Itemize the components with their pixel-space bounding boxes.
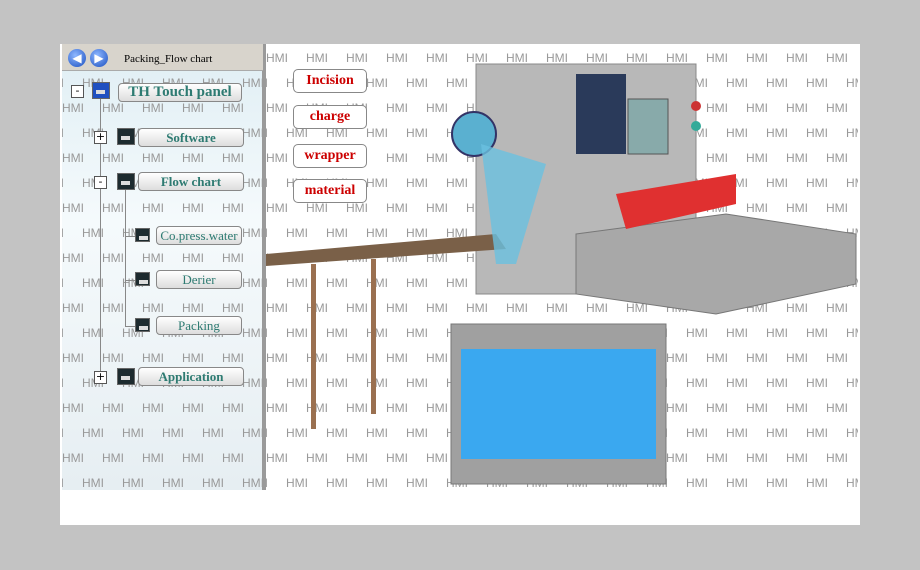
panel-header: ◀ ▶ Packing_Flow chart — [62, 44, 265, 71]
label-wrapper[interactable]: wrapper — [293, 144, 367, 168]
svg-text:HMI: HMI — [62, 76, 64, 90]
svg-text:HMI: HMI — [242, 476, 262, 490]
svg-text:HMI: HMI — [222, 101, 244, 115]
collapse-root-toggle[interactable]: - — [71, 85, 84, 98]
label-charge[interactable]: charge — [293, 105, 367, 129]
svg-text:HMI: HMI — [82, 476, 104, 490]
svg-text:HMI: HMI — [242, 326, 262, 340]
label-material[interactable]: material — [293, 179, 367, 203]
navigation-panel: HMI HMI HMI HMI HMI HMI HMI HMI HMI HMI HMI HMI HMI H… — [62, 44, 265, 490]
svg-text:HMI: HMI — [222, 301, 244, 315]
label-incision[interactable]: Incision — [293, 69, 367, 93]
arrow-left-icon[interactable]: ◀ — [68, 49, 86, 67]
svg-text:HMI: HMI — [142, 401, 164, 415]
svg-text:HMI: HMI — [222, 351, 244, 365]
monitor-icon — [92, 82, 110, 99]
svg-text:HMI: HMI — [182, 301, 204, 315]
svg-text:HMI: HMI — [62, 326, 64, 340]
svg-text:HMI: HMI — [142, 101, 164, 115]
svg-text:HMI: HMI — [242, 176, 262, 190]
svg-text:HMI: HMI — [182, 151, 204, 165]
svg-text:HMI: HMI — [62, 226, 64, 240]
svg-text:HMI: HMI — [182, 201, 204, 215]
svg-text:HMI: HMI — [222, 251, 244, 265]
tree-node-derier[interactable]: Derier — [156, 270, 242, 289]
machine-view: HMI HMI HMI HMI HMI HMI HMI HMI HMI HMI HMI HMI HMI H… — [266, 44, 858, 490]
svg-text:HMI: HMI — [242, 126, 262, 140]
svg-text:HMI: HMI — [222, 201, 244, 215]
tree-node-software[interactable]: Software — [138, 128, 244, 147]
svg-text:HMI: HMI — [62, 376, 64, 390]
svg-text:HMI: HMI — [142, 451, 164, 465]
tree-node-application[interactable]: Application — [138, 367, 244, 386]
expand-software-toggle[interactable]: + — [94, 131, 107, 144]
svg-text:HMI: HMI — [162, 426, 184, 440]
status-strip — [60, 490, 860, 525]
svg-text:HMI: HMI — [142, 251, 164, 265]
svg-text:HMI: HMI — [62, 176, 64, 190]
screen-icon — [135, 228, 150, 242]
svg-text:HMI: HMI — [62, 401, 84, 415]
svg-text:HMI: HMI — [222, 151, 244, 165]
svg-text:HMI: HMI — [62, 201, 84, 215]
folder-icon — [117, 368, 135, 385]
svg-text:HMI: HMI — [102, 351, 124, 365]
svg-text:HMI: HMI — [202, 476, 224, 490]
svg-text:HMI: HMI — [162, 476, 184, 490]
svg-text:HMI: HMI — [242, 276, 262, 290]
svg-text:HMI: HMI — [62, 126, 64, 140]
svg-text:HMI: HMI — [62, 276, 64, 290]
tree-node-flow-chart[interactable]: Flow chart — [138, 172, 244, 191]
svg-text:HMI: HMI — [62, 426, 64, 440]
svg-text:HMI: HMI — [242, 226, 262, 240]
svg-text:HMI: HMI — [62, 451, 84, 465]
svg-text:HMI: HMI — [102, 201, 124, 215]
svg-text:HMI: HMI — [222, 401, 244, 415]
folder-icon — [117, 173, 135, 190]
svg-text:HMI: HMI — [102, 101, 124, 115]
tree-node-co-press-water[interactable]: Co.press.water — [156, 226, 242, 245]
svg-text:HMI: HMI — [122, 476, 144, 490]
svg-text:HMI: HMI — [182, 401, 204, 415]
svg-text:HMI: HMI — [142, 301, 164, 315]
arrow-right-icon[interactable]: ▶ — [90, 49, 108, 67]
svg-text:HMI: HMI — [62, 301, 84, 315]
svg-text:HMI: HMI — [82, 426, 104, 440]
svg-text:HMI: HMI — [62, 476, 64, 490]
svg-text:HMI: HMI — [182, 251, 204, 265]
svg-text:HMI: HMI — [222, 451, 244, 465]
svg-text:HMI: HMI — [102, 151, 124, 165]
screen-icon — [135, 272, 150, 286]
svg-text:HMI: HMI — [62, 151, 84, 165]
tree-node-touch-panel[interactable]: TH Touch panel — [118, 83, 242, 102]
svg-text:HMI: HMI — [102, 301, 124, 315]
folder-icon — [117, 128, 135, 145]
hmi-window: HMI HMI HMI HMI HMI HMI HMI HMI HMI HMI HMI HMI HMI H… — [60, 44, 860, 525]
svg-text:HMI: HMI — [102, 251, 124, 265]
svg-text:HMI: HMI — [142, 201, 164, 215]
svg-text:HMI: HMI — [242, 426, 262, 440]
svg-text:HMI: HMI — [202, 426, 224, 440]
svg-text:HMI: HMI — [62, 351, 84, 365]
svg-text:HMI: HMI — [182, 351, 204, 365]
svg-text:HMI: HMI — [62, 101, 84, 115]
panel-title: Packing_Flow chart — [124, 53, 213, 65]
collapse-flow-chart-toggle[interactable]: - — [94, 176, 107, 189]
svg-text:HMI: HMI — [142, 151, 164, 165]
svg-text:HMI: HMI — [242, 76, 262, 90]
screen-icon — [135, 318, 150, 332]
svg-text:HMI: HMI — [102, 451, 124, 465]
svg-text:HMI: HMI — [142, 351, 164, 365]
svg-text:HMI: HMI — [62, 251, 84, 265]
svg-text:HMI: HMI — [182, 101, 204, 115]
expand-application-toggle[interactable]: + — [94, 371, 107, 384]
svg-text:HMI: HMI — [122, 426, 144, 440]
svg-text:HMI: HMI — [102, 401, 124, 415]
svg-text:HMI: HMI — [182, 451, 204, 465]
watermark: HMI HMI HMI HMI HMI HMI HMI HMI HMI HMI HMI HMI HMI H… — [62, 51, 262, 490]
svg-text:HMI: HMI — [242, 376, 262, 390]
tree-node-packing[interactable]: Packing — [156, 316, 242, 335]
